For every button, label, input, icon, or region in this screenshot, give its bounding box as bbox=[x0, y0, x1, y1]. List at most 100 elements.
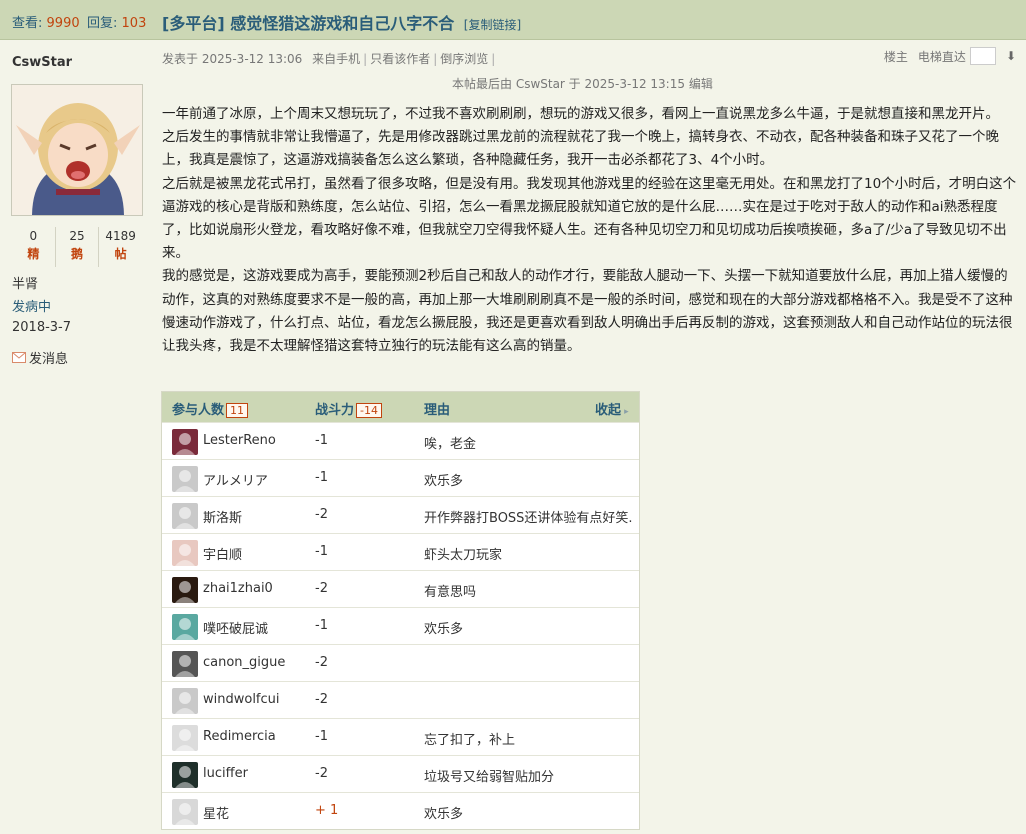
views-stat: 查看: 9990 bbox=[12, 12, 80, 31]
stat-goose-value: 25 bbox=[69, 229, 85, 243]
rating-row: Redimercia -1 忘了扣了，补上 bbox=[162, 718, 639, 755]
rater-avatar[interactable] bbox=[172, 614, 198, 640]
rating-row: 斯洛斯 -2 开作弊器打BOSS还讲体验有点好笑. bbox=[162, 496, 639, 533]
stat-posts-value: 4189 bbox=[105, 229, 136, 243]
author-group[interactable]: 发病中 bbox=[12, 296, 51, 315]
elevator-label: 电梯直达 bbox=[917, 49, 966, 64]
thread-title[interactable]: [多平台] 感觉怪猎这游戏和自己八字不合 bbox=[162, 14, 454, 33]
col-score: 战斗力 -14 bbox=[315, 399, 382, 418]
author-stats: 0 精 25 鹅 4189 帖 bbox=[12, 227, 142, 267]
collapse-arrow-icon: ▸ bbox=[621, 407, 629, 417]
post-paragraph: 我的感觉是，这游戏要成为高手，要能预测2秒后自己和敌人的动作才行，要能敌人腿动一… bbox=[162, 268, 1013, 355]
rating-rows: LesterReno -1 唉，老金 アルメリア -1 欢乐多 斯洛斯 -2 开作弊器打BOSS… bbox=[162, 422, 639, 829]
post-paragraph: 之后发生的事情就非常让我懵逼了，先是用修改器跳过黑龙前的流程就花了我一个晚上，搞… bbox=[162, 129, 999, 169]
thread-title-wrap: [多平台] 感觉怪猎这游戏和自己八字不合 [复制链接] bbox=[162, 10, 521, 34]
post-body: 一年前通了冰原，上个周末又想玩玩了，不过我不喜欢刷刷刷，想玩的游戏又很多，看网上… bbox=[162, 103, 1020, 358]
post-source: 来自手机 bbox=[312, 52, 361, 66]
rating-row: luciffer -2 垃圾号又给弱智贴加分 bbox=[162, 755, 639, 792]
author-reg-date: 2018-3-7 bbox=[12, 320, 72, 335]
stat-digest-value: 0 bbox=[29, 229, 38, 243]
views-label: 查看: bbox=[12, 16, 43, 31]
floor-jump-input[interactable] bbox=[969, 47, 996, 65]
meta-divider: | bbox=[363, 52, 368, 66]
rater-name[interactable]: 斯洛斯 bbox=[203, 507, 242, 526]
rating-row: 宇白顺 -1 虾头太刀玩家 bbox=[162, 533, 639, 570]
author-rank: 半肾 bbox=[12, 277, 39, 292]
thread-header: 查看: 9990 回复: 103 [多平台] 感觉怪猎这游戏和自己八字不合 [复… bbox=[0, 0, 1026, 40]
rater-score: -1 bbox=[315, 470, 328, 485]
rater-score: -1 bbox=[315, 729, 328, 744]
rater-name[interactable]: luciffer bbox=[203, 766, 248, 781]
floor-tools: 楼主 电梯直达 ⬇ bbox=[884, 47, 1016, 65]
send-message-button[interactable]: 发消息 bbox=[12, 348, 68, 367]
rating-row: zhai1zhai0 -2 有意思吗 bbox=[162, 570, 639, 607]
rater-reason: 欢乐多 bbox=[424, 474, 464, 489]
rater-reason: 开作弊器打BOSS还讲体验有点好笑. bbox=[424, 511, 633, 526]
rater-score: -2 bbox=[315, 581, 328, 596]
views-count: 9990 bbox=[46, 16, 80, 31]
rater-name[interactable]: 宇白顺 bbox=[203, 544, 242, 563]
rater-name[interactable]: zhai1zhai0 bbox=[203, 581, 273, 596]
author-sidebar: CswStar 0 精 25 鹅 4189 帖 半肾 发病中 2018-3-7 … bbox=[0, 41, 150, 834]
rater-reason: 有意思吗 bbox=[424, 585, 477, 600]
replies-label: 回复: bbox=[87, 16, 118, 31]
rater-avatar[interactable] bbox=[172, 429, 198, 455]
rater-name[interactable]: アルメリア bbox=[203, 470, 268, 489]
rater-name[interactable]: LesterReno bbox=[203, 433, 276, 448]
meta-divider: | bbox=[433, 52, 438, 66]
stat-goose[interactable]: 25 鹅 bbox=[56, 227, 100, 267]
col-participants: 参与人数 11 bbox=[172, 399, 249, 418]
rater-avatar[interactable] bbox=[172, 540, 198, 566]
rater-avatar[interactable] bbox=[172, 762, 198, 788]
copy-link-button[interactable]: [复制链接] bbox=[464, 18, 521, 32]
post-meta: 发表于 2025-3-12 13:06 来自手机 | 只看该作者 | 倒序浏览 | bbox=[162, 50, 498, 67]
rater-reason: 唉，老金 bbox=[424, 437, 477, 452]
avatar-illustration bbox=[12, 85, 142, 215]
rater-name[interactable]: 噗呸破屁诚 bbox=[203, 618, 268, 637]
col-reason: 理由 bbox=[424, 403, 451, 418]
stat-goose-label: 鹅 bbox=[71, 247, 84, 261]
rater-avatar[interactable] bbox=[172, 577, 198, 603]
author-name[interactable]: CswStar bbox=[12, 55, 72, 70]
stat-digest[interactable]: 0 精 bbox=[12, 227, 56, 267]
rater-score: -2 bbox=[315, 655, 328, 670]
rater-name[interactable]: windwolfcui bbox=[203, 692, 280, 707]
rating-table: 参与人数 11 战斗力 -14 理由 收起 ▸ LesterReno -1 唉，老金アル… bbox=[161, 391, 640, 830]
stat-posts-label: 帖 bbox=[114, 247, 127, 261]
replies-stat: 回复: 103 bbox=[87, 12, 146, 31]
edit-notice: 本帖最后由 CswStar 于 2025-3-12 13:15 编辑 bbox=[452, 77, 713, 91]
rater-reason: 忘了扣了，补上 bbox=[424, 733, 516, 748]
only-author-link[interactable]: 只看该作者 bbox=[370, 52, 430, 66]
rater-score: -2 bbox=[315, 507, 328, 522]
send-message-label: 发消息 bbox=[29, 352, 69, 367]
stat-posts[interactable]: 4189 帖 bbox=[99, 227, 142, 267]
rater-avatar[interactable] bbox=[172, 688, 198, 714]
rater-score: + 1 bbox=[315, 803, 339, 818]
rater-score: -2 bbox=[315, 692, 328, 707]
rater-reason: 虾头太刀玩家 bbox=[424, 548, 503, 563]
rater-name[interactable]: Redimercia bbox=[203, 729, 276, 744]
collapse-button[interactable]: 收起 ▸ bbox=[595, 399, 629, 418]
rater-name[interactable]: 星花 bbox=[203, 803, 229, 822]
rater-avatar[interactable] bbox=[172, 466, 198, 492]
stat-digest-label: 精 bbox=[27, 247, 40, 261]
rater-score: -1 bbox=[315, 618, 328, 633]
author-avatar[interactable] bbox=[11, 84, 143, 216]
collapse-label: 收起 bbox=[595, 403, 622, 418]
rater-reason: 垃圾号又给弱智贴加分 bbox=[424, 770, 555, 785]
score-total-badge: -14 bbox=[356, 403, 382, 418]
go-arrow-icon[interactable]: ⬇ bbox=[1006, 49, 1016, 63]
rater-avatar[interactable] bbox=[172, 651, 198, 677]
rater-avatar[interactable] bbox=[172, 799, 198, 825]
rater-score: -1 bbox=[315, 433, 328, 448]
rater-avatar[interactable] bbox=[172, 725, 198, 751]
rating-row: 星花 + 1 欢乐多 bbox=[162, 792, 639, 829]
rater-name[interactable]: canon_gigue bbox=[203, 655, 285, 670]
participants-count-badge: 11 bbox=[226, 403, 249, 418]
rating-row: 噗呸破屁诚 -1 欢乐多 bbox=[162, 607, 639, 644]
rater-avatar[interactable] bbox=[172, 503, 198, 529]
rater-reason: 欢乐多 bbox=[424, 807, 464, 822]
reverse-order-link[interactable]: 倒序浏览 bbox=[440, 52, 488, 66]
col-participants-label: 参与人数 bbox=[172, 403, 225, 418]
post-time: 发表于 2025-3-12 13:06 bbox=[162, 52, 303, 66]
